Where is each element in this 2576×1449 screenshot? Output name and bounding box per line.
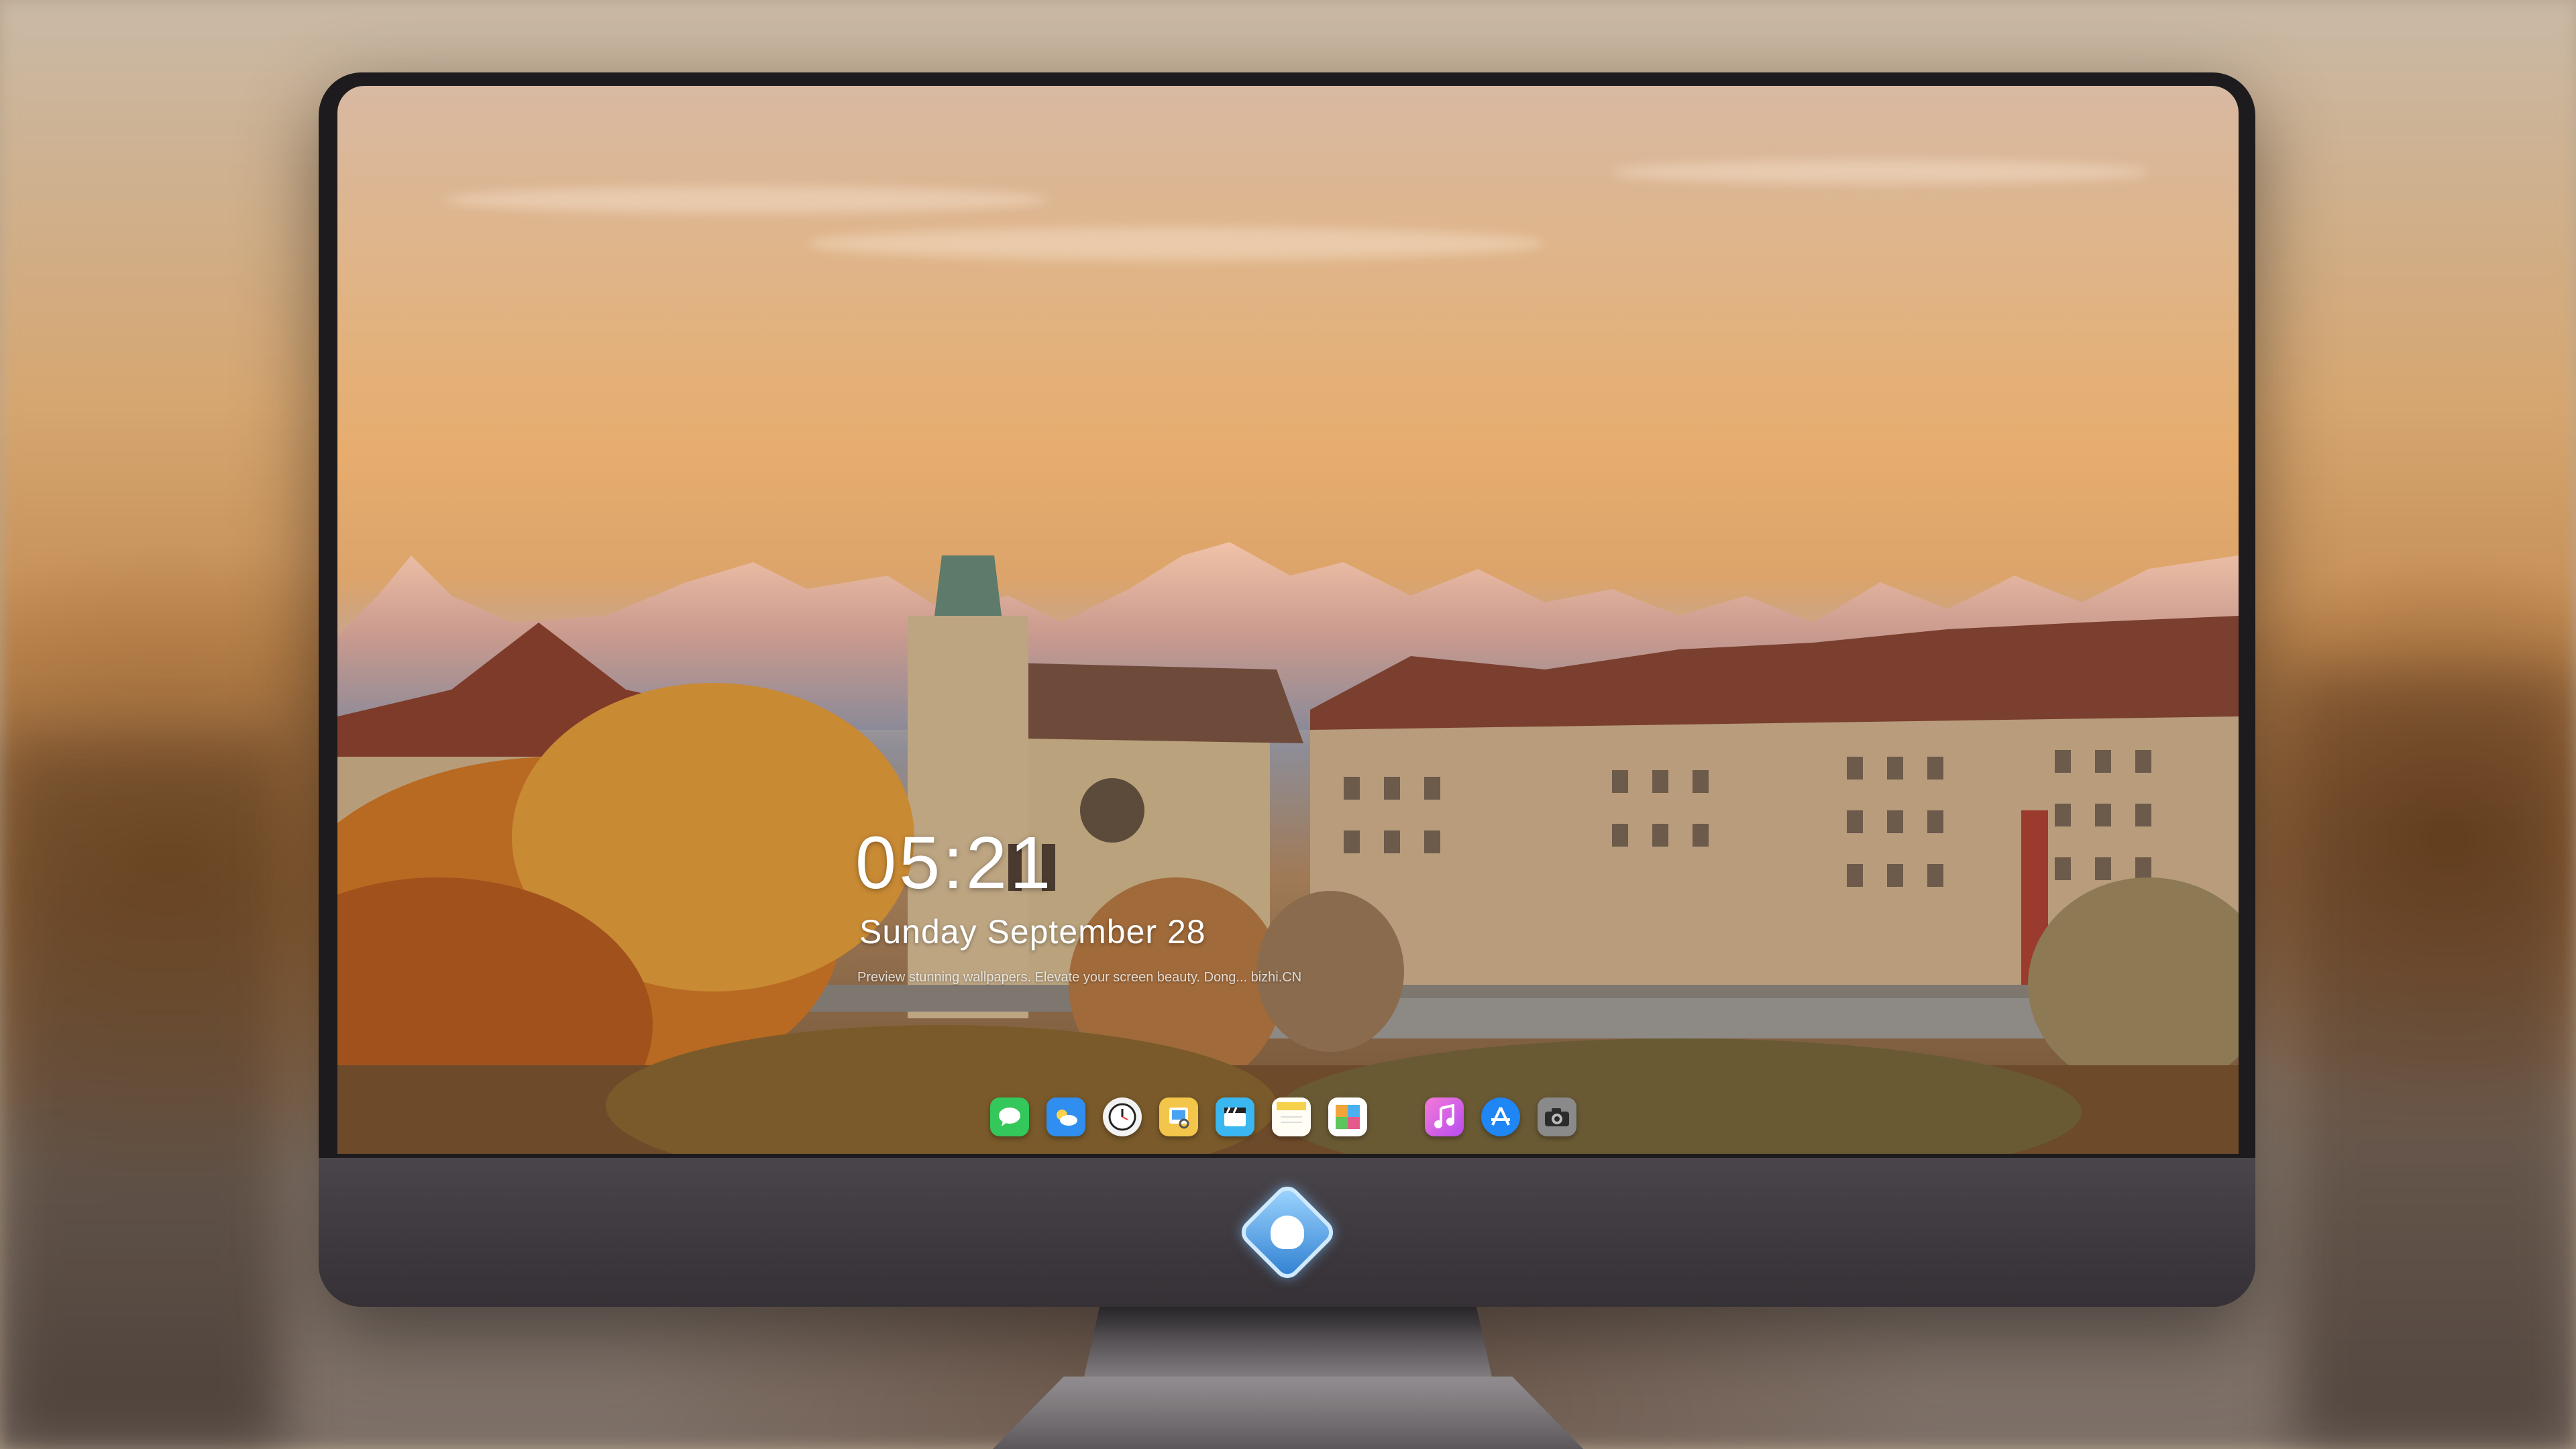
background-foliage-left <box>0 738 282 1449</box>
clock-icon[interactable] <box>1103 1097 1142 1136</box>
old-town-cityscape <box>337 555 2239 1154</box>
dock <box>990 1093 1576 1140</box>
brand-logo-mascot <box>1270 1216 1304 1249</box>
cloud <box>1612 160 2149 184</box>
weather-icon[interactable] <box>1046 1097 1085 1136</box>
cloud <box>807 227 1545 260</box>
lock-time: 05:21 <box>855 822 1054 904</box>
photos-icon[interactable] <box>1328 1097 1367 1136</box>
music-icon[interactable] <box>1425 1097 1464 1136</box>
monitor-chin <box>319 1158 2255 1307</box>
preview-icon[interactable] <box>1159 1097 1198 1136</box>
background-foliage-right <box>2294 671 2576 1449</box>
notes-icon[interactable] <box>1272 1097 1311 1136</box>
lock-screen: 05:21 Sunday September 28 Preview stunni… <box>337 86 2239 1154</box>
lock-date: Sunday September 28 <box>859 913 1206 951</box>
monitor-stand-neck <box>1083 1306 1493 1380</box>
wallpaper-tagline: Preview stunning wallpapers. Elevate you… <box>857 970 1302 985</box>
clips-icon[interactable] <box>1216 1097 1254 1136</box>
cloud <box>445 186 1049 213</box>
brand-logo-icon <box>1236 1181 1338 1284</box>
monitor-stand-base <box>993 1377 1583 1449</box>
messages-icon[interactable] <box>990 1097 1029 1136</box>
camera-icon[interactable] <box>1538 1097 1576 1136</box>
app-store-icon[interactable] <box>1481 1097 1520 1136</box>
